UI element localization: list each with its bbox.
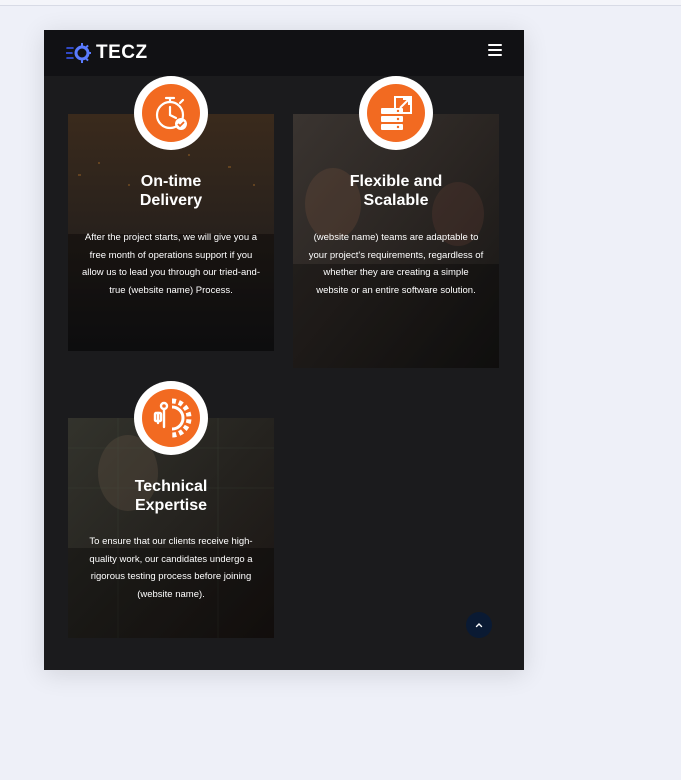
hamburger-icon <box>488 44 502 46</box>
card-title: Technical Expertise <box>134 478 208 514</box>
feature-icon-badge <box>134 76 208 150</box>
mobile-page-frame: TECZ On-time Delivery After the project … <box>44 30 524 670</box>
card-description: After the project starts, we will give y… <box>82 232 260 296</box>
tools-gear-icon <box>153 398 192 438</box>
feature-icon-badge <box>359 76 433 150</box>
brand-name: TECZ <box>96 42 148 63</box>
browser-top-strip <box>0 0 681 6</box>
chevron-up-icon <box>475 623 483 628</box>
feature-card-flexible-scalable: Flexible and Scalable (website name) tea… <box>293 114 499 368</box>
menu-button[interactable] <box>488 44 502 57</box>
stopwatch-icon <box>155 96 187 130</box>
card-title: On-time Delivery <box>139 173 203 209</box>
scroll-to-top-button[interactable] <box>466 612 492 638</box>
brand-logo[interactable]: TECZ <box>66 42 148 64</box>
card-title: Flexible and Scalable <box>349 173 443 209</box>
server-scale-icon <box>381 96 412 130</box>
navbar: TECZ <box>44 30 524 76</box>
card-description: (website name) teams are adaptable to yo… <box>308 232 484 296</box>
brand-logo-icon <box>66 43 91 63</box>
card-description: To ensure that our clients receive high-… <box>89 536 253 600</box>
feature-icon-badge <box>134 381 208 455</box>
